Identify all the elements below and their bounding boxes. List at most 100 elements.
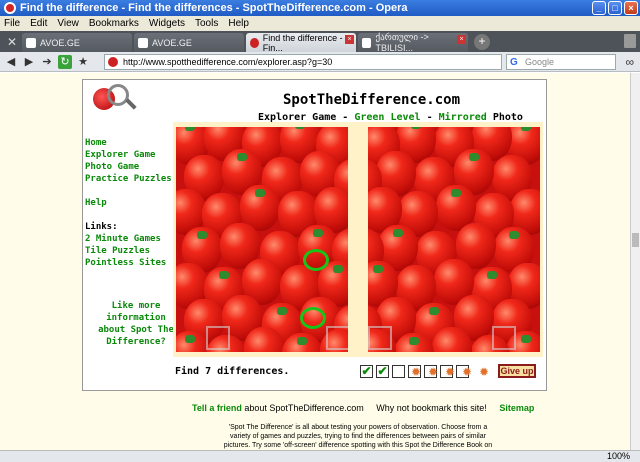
pepper-stem-shape [509,231,519,239]
nav-practice-puzzles[interactable]: Practice Puzzles [85,173,172,185]
more-info-link[interactable]: Like more information about Spot The Dif… [95,300,177,348]
address-field[interactable]: http://www.spotthedifference.com/explore… [104,54,502,70]
new-tab-plus-icon[interactable]: + [474,34,490,50]
pepper-stem-shape [429,307,439,315]
google-icon: G [510,57,518,68]
corner-frame [326,326,348,350]
bookmark-star-icon[interactable]: ★ [76,55,90,69]
tab-label: AVOE.GE [40,37,80,48]
close-button[interactable]: × [624,1,638,15]
tab-label: ქართული -> TBILISI... [375,32,429,53]
reload-icon[interactable]: ↻ [58,54,72,69]
scrollbar-thumb[interactable] [632,233,639,247]
bookmark-text: Why not bookmark this site! [376,403,487,413]
site-title[interactable]: SpotTheDifference.com [283,92,460,108]
window-title: Find the difference - Find the differenc… [20,2,408,14]
about-site-text: about SpotTheDifference.com [241,403,364,413]
glasses-icon[interactable]: ∞ [625,55,634,69]
found-difference-circle [303,249,329,271]
pepper-stem-shape [333,265,343,273]
forward-arrow-icon[interactable]: ▶ [22,55,36,69]
tab-close-icon[interactable]: × [457,35,466,44]
menu-widgets[interactable]: Widgets [149,18,185,29]
tab-bar: ✕ AVOE.GE AVOE.GE Find the difference - … [0,31,640,53]
hint-star-icon[interactable]: ✹ [410,366,422,378]
nav-help[interactable]: Help [85,197,172,209]
tab-close-icon[interactable]: × [345,35,354,44]
zoom-level[interactable]: 100% [607,451,630,462]
pepper-stem-shape [313,229,323,237]
opera-icon [4,2,16,14]
tools-wrench-icon[interactable]: ✕ [2,33,22,52]
menu-bookmarks[interactable]: Bookmarks [89,18,139,29]
difference-checkbox: ✔ [376,364,389,378]
pepper-stem-shape [297,337,307,345]
favicon-icon [26,37,36,48]
nav-explorer-game[interactable]: Explorer Game [85,149,172,161]
status-bar: 100% [0,450,640,462]
fast-forward-icon[interactable]: ➔ [40,55,54,69]
tab-avoe-1[interactable]: AVOE.GE [22,33,132,52]
tab-label: Find the difference - Fin... [262,32,343,53]
menu-help[interactable]: Help [228,18,249,29]
tab-avoe-2[interactable]: AVOE.GE [134,33,244,52]
maximize-button[interactable]: □ [608,1,622,15]
nav-photo-game[interactable]: Photo Game [85,161,172,173]
link-pointless-sites[interactable]: Pointless Sites [85,257,172,269]
pepper-stem-shape [219,271,229,279]
favicon-icon [362,37,372,48]
site-ladybug-icon [108,57,118,67]
hint-star-icon[interactable]: ✹ [427,366,439,378]
address-toolbar: ◀ ▶ ➔ ↻ ★ http://www.spotthedifference.c… [0,52,640,72]
address-url: http://www.spotthedifference.com/explore… [123,57,333,67]
difference-checkbox [392,365,405,378]
pepper-stem-shape [197,231,207,239]
back-arrow-icon[interactable]: ◀ [4,55,18,69]
nav-home[interactable]: Home [85,137,172,149]
menu-file[interactable]: File [4,18,20,29]
sitemap-link[interactable]: Sitemap [499,403,534,413]
tab-tbilisi[interactable]: ქართული -> TBILISI... × [358,32,468,53]
pepper-stem-shape [185,127,195,131]
tab-label: AVOE.GE [152,37,192,48]
find-differences-label: Find 7 differences. [175,366,290,377]
menu-view[interactable]: View [57,18,79,29]
menu-tools[interactable]: Tools [195,18,218,29]
hint-star-icon[interactable]: ✹ [461,366,473,378]
corner-frame [206,326,230,350]
tab-find-the-difference[interactable]: Find the difference - Fin... × [246,32,356,53]
game-controls: Find 7 differences. ✔ ✔ ✹ ✹ ✹ ✹ ✹ Give up [175,362,545,382]
corner-frame [492,326,516,350]
ladybug-favicon-icon [250,37,259,48]
pepper-stem-shape [277,307,287,315]
pepper-stem-shape [237,153,247,161]
magnifier-logo-icon [107,84,129,106]
pepper-stem-shape [469,153,479,161]
link-tile-puzzles[interactable]: Tile Puzzles [85,245,172,257]
hint-star-icon[interactable]: ✹ [478,366,490,378]
original-photo[interactable] [176,127,348,352]
menu-edit[interactable]: Edit [30,18,47,29]
about-paragraph: 'Spot The Difference' is all about testi… [223,424,493,449]
mirrored-photo[interactable] [368,127,540,352]
corner-frame [368,326,392,350]
menu-bar: File Edit View Bookmarks Widgets Tools H… [0,16,640,31]
page-viewport: SpotTheDifference.com Explorer Game - Gr… [0,73,630,450]
left-navigation: Home Explorer Game Photo Game Practice P… [85,137,172,269]
pepper-stem-shape [393,229,403,237]
magnifier-handle [125,98,137,110]
pepper-stem-shape [373,265,383,273]
vertical-scrollbar[interactable] [630,73,640,450]
search-field[interactable]: G Google [506,54,616,70]
minimize-button[interactable]: _ [592,1,606,15]
trash-icon[interactable] [624,34,636,48]
favicon-icon [138,37,148,48]
search-placeholder: Google [525,57,555,67]
tell-a-friend-link[interactable]: Tell a friend [192,403,242,413]
pepper-stem-shape [409,337,419,345]
give-up-button[interactable]: Give up [498,364,536,378]
pepper-stem-shape [185,335,195,343]
site-container: SpotTheDifference.com Explorer Game - Gr… [82,79,547,391]
hint-star-icon[interactable]: ✹ [444,366,456,378]
link-2-minute-games[interactable]: 2 Minute Games [85,233,172,245]
